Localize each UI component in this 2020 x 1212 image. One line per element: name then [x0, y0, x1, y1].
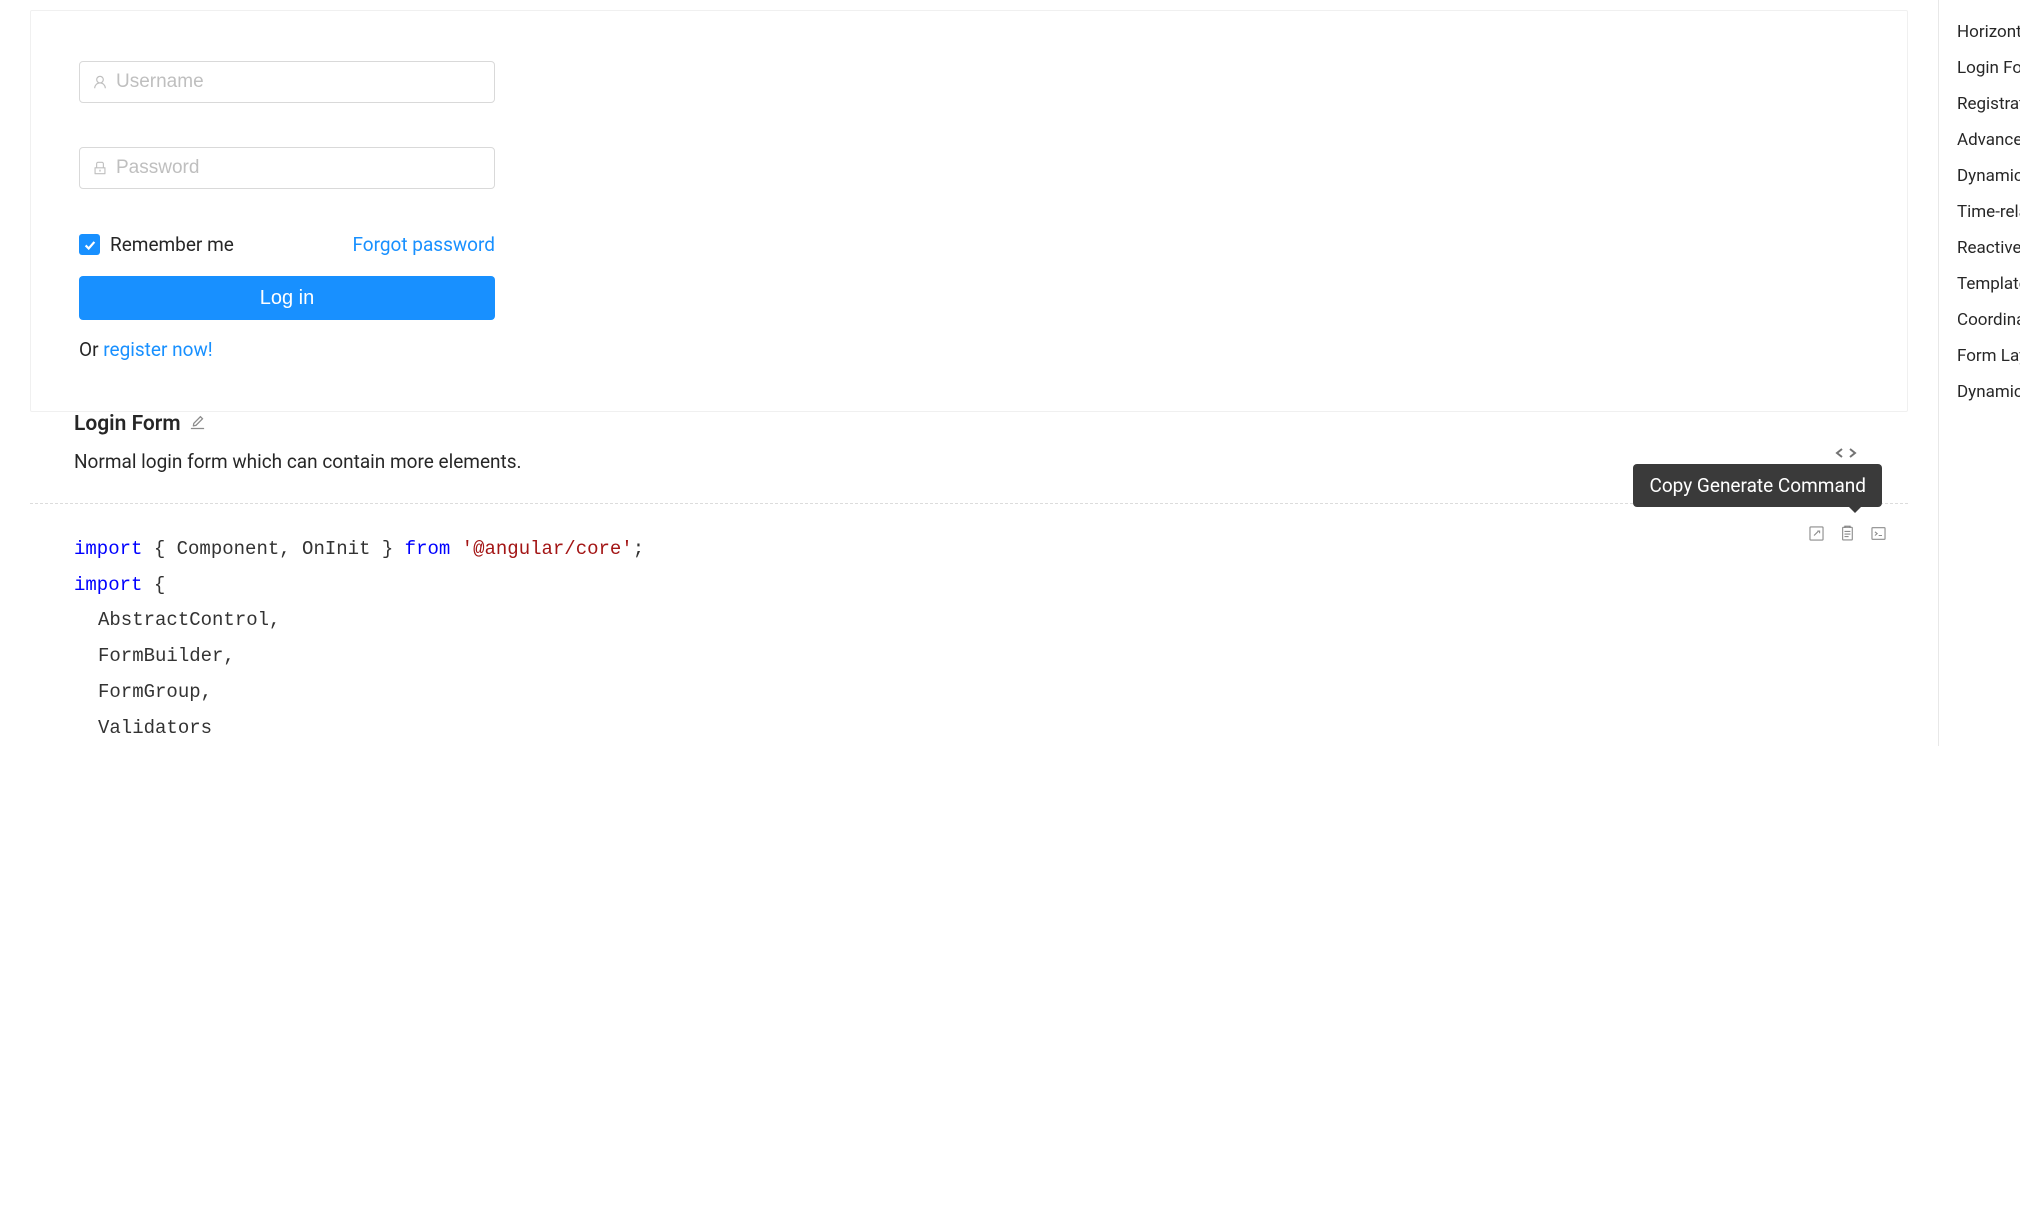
register-link[interactable]: register now!: [103, 338, 212, 361]
login-form: Remember me Forgot password Log in Or re…: [79, 61, 495, 361]
code-text: {: [142, 574, 165, 596]
remember-forgot-row: Remember me Forgot password: [79, 233, 495, 256]
sidebar-item[interactable]: Advanced search: [1957, 130, 2020, 150]
register-prefix: Or: [79, 338, 103, 361]
checkbox-checked-icon: [79, 234, 100, 255]
register-row: Or register now!: [79, 338, 495, 361]
user-icon: [92, 74, 108, 90]
section-description: Normal login form which can contain more…: [30, 450, 1908, 503]
sidebar-item[interactable]: Login Form: [1957, 58, 2020, 78]
password-input-wrapper[interactable]: [79, 147, 495, 189]
sidebar-item[interactable]: Dynamic Form Item: [1957, 166, 2020, 186]
code-text: ;: [633, 538, 644, 560]
tooltip: Copy Generate Command: [1633, 464, 1882, 507]
page-container: Remember me Forgot password Log in Or re…: [0, 0, 2020, 746]
sidebar-items: Horizontal Login Form Login Form Registr…: [1957, 22, 2020, 402]
copy-code-icon[interactable]: [1838, 524, 1857, 543]
remember-label: Remember me: [110, 233, 234, 256]
tooltip-text: Copy Generate Command: [1649, 474, 1866, 497]
sidebar-item[interactable]: Registration: [1957, 94, 2020, 114]
sidebar-item[interactable]: Reactive Forms: [1957, 238, 2020, 258]
login-button[interactable]: Log in: [79, 276, 495, 320]
code-text: FormBuilder,: [74, 639, 1864, 675]
code-actions: Copy Generate Command: [1807, 524, 1888, 543]
edit-icon[interactable]: [189, 414, 206, 435]
code-text: Validators: [74, 711, 1864, 747]
code-section: Copy Generate Command import { Component…: [30, 503, 1908, 746]
code-kw: from: [405, 538, 451, 560]
sidebar-item[interactable]: Coordinated Controls: [1957, 310, 2020, 330]
login-button-label: Log in: [260, 287, 315, 310]
sidebar: Horizontal Login Form Login Form Registr…: [1938, 0, 2020, 746]
lock-icon: [92, 160, 108, 176]
code-string: '@angular/core': [450, 538, 632, 560]
login-form-wrapper: Remember me Forgot password Log in Or re…: [31, 11, 1907, 411]
sidebar-item[interactable]: Template-driven Forms: [1957, 274, 2020, 294]
terminal-icon[interactable]: [1869, 524, 1888, 543]
username-input-wrapper[interactable]: [79, 61, 495, 103]
code-block: import { Component, OnInit } from '@angu…: [74, 532, 1864, 746]
section-title-wrapper: Login Form: [30, 412, 1908, 450]
login-card: Remember me Forgot password Log in Or re…: [30, 10, 1908, 412]
main-content: Remember me Forgot password Log in Or re…: [0, 0, 1938, 746]
code-kw: import: [74, 574, 142, 596]
username-field-wrapper: [79, 61, 495, 103]
edit-code-icon[interactable]: [1807, 524, 1826, 543]
sidebar-item[interactable]: Time-related Controls: [1957, 202, 2020, 222]
code-text: { Component, OnInit }: [142, 538, 404, 560]
forgot-password-link[interactable]: Forgot password: [352, 233, 495, 256]
code-text: FormGroup,: [74, 675, 1864, 711]
password-input[interactable]: [116, 157, 482, 179]
sidebar-item[interactable]: Horizontal Login Form: [1957, 22, 2020, 42]
code-kw: import: [74, 538, 142, 560]
section-header: Login Form Normal login form which can c…: [30, 412, 1908, 503]
remember-checkbox[interactable]: Remember me: [79, 233, 234, 256]
sidebar-item[interactable]: Form Layout: [1957, 346, 2020, 366]
code-text: AbstractControl,: [74, 603, 1864, 639]
sidebar-item[interactable]: Dynamic Rules: [1957, 382, 2020, 402]
password-field-wrapper: [79, 147, 495, 189]
section-title: Login Form: [74, 412, 181, 436]
username-input[interactable]: [116, 71, 482, 93]
